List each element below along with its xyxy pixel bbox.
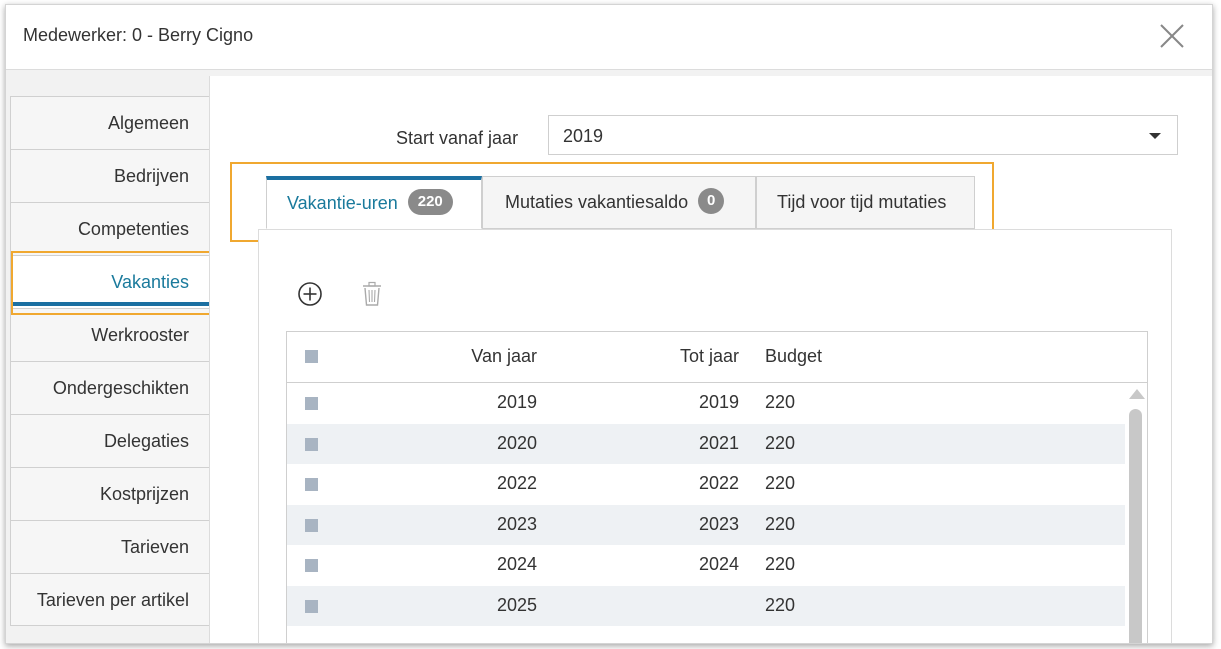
tab-count-badge: 220	[407, 189, 453, 216]
cell-budget: 220	[765, 554, 796, 574]
side-nav-item-vakanties[interactable]: Vakanties	[10, 255, 210, 308]
column-header-van-jaar[interactable]: Van jaar	[437, 346, 537, 367]
cell-budget: 220	[765, 473, 796, 493]
table-row[interactable]: 2025 220	[287, 585, 1125, 626]
side-nav-item-label: Vakanties	[111, 272, 189, 292]
cell-budget: 220	[765, 594, 796, 615]
plus-circle-icon	[298, 282, 322, 306]
delete-button[interactable]	[361, 281, 383, 307]
close-icon	[1160, 24, 1184, 48]
close-button[interactable]	[1158, 22, 1186, 50]
tab-mutaties-vakantiesaldo[interactable]: Mutaties vakantiesaldo 0	[482, 176, 756, 229]
cell-van-jaar: 2019	[496, 392, 537, 412]
cell-tot-jaar: 2021	[698, 432, 739, 453]
table-row[interactable]: 2022 2022 220	[287, 464, 1125, 505]
grid-header: Van jaar Tot jaar Budget	[287, 332, 1147, 383]
column-header-budget[interactable]: Budget	[765, 346, 822, 367]
side-nav-item-label: Tarieven per artikel	[36, 590, 189, 610]
vakantie-uren-grid: Van jaar Tot jaar Budget 2019 2019 220 2…	[286, 331, 1148, 643]
trash-icon	[363, 281, 381, 306]
row-checkbox[interactable]	[305, 397, 318, 410]
tab-label: Vakantie-uren	[287, 193, 398, 213]
start-year-label: Start vanaf jaar	[396, 128, 519, 148]
row-checkbox[interactable]	[305, 518, 318, 532]
cell-tot-jaar: 2024	[698, 554, 739, 574]
side-nav-item-label: Kostprijzen	[99, 484, 189, 504]
tab-label: Mutaties vakantiesaldo	[505, 192, 689, 212]
cell-budget: 220	[765, 392, 796, 412]
side-nav-item-werkrooster[interactable]: Werkrooster	[10, 308, 210, 361]
start-year-select[interactable]: 2019	[548, 115, 1178, 155]
start-year-value: 2019	[563, 126, 604, 146]
side-nav: Algemeen Bedrijven Competenties Vakantie…	[10, 96, 210, 626]
cell-van-jaar: 2025	[496, 594, 537, 615]
side-nav-item-label: Werkrooster	[91, 325, 189, 345]
side-nav-item-label: Tarieven	[120, 537, 189, 557]
cell-tot-jaar: 2022	[698, 473, 739, 493]
caret-down-icon	[1149, 133, 1161, 139]
side-nav-item-competenties[interactable]: Competenties	[10, 202, 210, 255]
side-nav-item-label: Ondergeschikten	[52, 378, 189, 398]
grid-scrollbar[interactable]	[1125, 383, 1147, 643]
tab-tijd-voor-tijd-mutaties[interactable]: Tijd voor tijd mutaties	[756, 176, 975, 229]
select-all-checkbox[interactable]	[305, 350, 318, 363]
tab-vakantie-uren[interactable]: Vakantie-uren 220	[266, 176, 482, 229]
side-nav-item-label: Algemeen	[107, 113, 189, 133]
side-nav-item-label: Delegaties	[103, 431, 189, 451]
side-nav-item-kostprijzen[interactable]: Kostprijzen	[10, 467, 210, 520]
tab-content: Van jaar Tot jaar Budget 2019 2019 220 2…	[258, 229, 1172, 643]
tab-label: Tijd voor tijd mutaties	[777, 192, 947, 212]
cell-van-jaar: 2023	[496, 513, 537, 534]
row-checkbox[interactable]	[305, 599, 318, 613]
cell-budget: 220	[765, 432, 796, 453]
dialog-header: Medewerker: 0 - Berry Cigno	[6, 5, 1212, 70]
table-row[interactable]: 2020 2021 220	[287, 423, 1125, 464]
column-header-tot-jaar[interactable]: Tot jaar	[639, 346, 739, 367]
side-nav-item-ondergeschikten[interactable]: Ondergeschikten	[10, 361, 210, 414]
side-nav-item-tarieven[interactable]: Tarieven	[10, 520, 210, 573]
side-nav-item-label: Bedrijven	[113, 166, 189, 186]
side-nav-item-bedrijven[interactable]: Bedrijven	[10, 149, 210, 202]
cell-budget: 220	[765, 513, 796, 534]
cell-tot-jaar: 2023	[698, 513, 739, 534]
table-row[interactable]: 2019 2019 220	[287, 383, 1125, 424]
scroll-up-arrow-icon[interactable]	[1129, 389, 1145, 399]
scroll-thumb[interactable]	[1129, 409, 1142, 643]
employee-dialog: Medewerker: 0 - Berry Cigno Algemeen Bed…	[5, 4, 1213, 644]
side-nav-item-delegaties[interactable]: Delegaties	[10, 414, 210, 467]
cell-van-jaar: 2020	[496, 432, 537, 453]
main-panel: Start vanaf jaar 2019 Vakantie-uren 220 M…	[209, 76, 1212, 643]
row-checkbox[interactable]	[305, 437, 318, 451]
table-row[interactable]: 2023 2023 220	[287, 504, 1125, 545]
cell-van-jaar: 2024	[496, 554, 537, 574]
cell-van-jaar: 2022	[496, 473, 537, 493]
row-checkbox[interactable]	[305, 478, 318, 491]
row-checkbox[interactable]	[305, 559, 318, 572]
grid-body: 2019 2019 220 2020 2021 220 2022 2022 22…	[287, 383, 1125, 643]
dialog-title: Medewerker: 0 - Berry Cigno	[23, 25, 254, 45]
tab-count-badge: 0	[698, 188, 725, 215]
add-button[interactable]	[297, 281, 323, 307]
cell-tot-jaar: 2019	[698, 392, 739, 412]
table-row[interactable]: 2024 2024 220	[287, 545, 1125, 586]
side-nav-item-algemeen[interactable]: Algemeen	[10, 96, 210, 149]
side-nav-item-label: Competenties	[77, 219, 189, 239]
side-nav-item-tarieven-per-artikel[interactable]: Tarieven per artikel	[10, 573, 210, 626]
